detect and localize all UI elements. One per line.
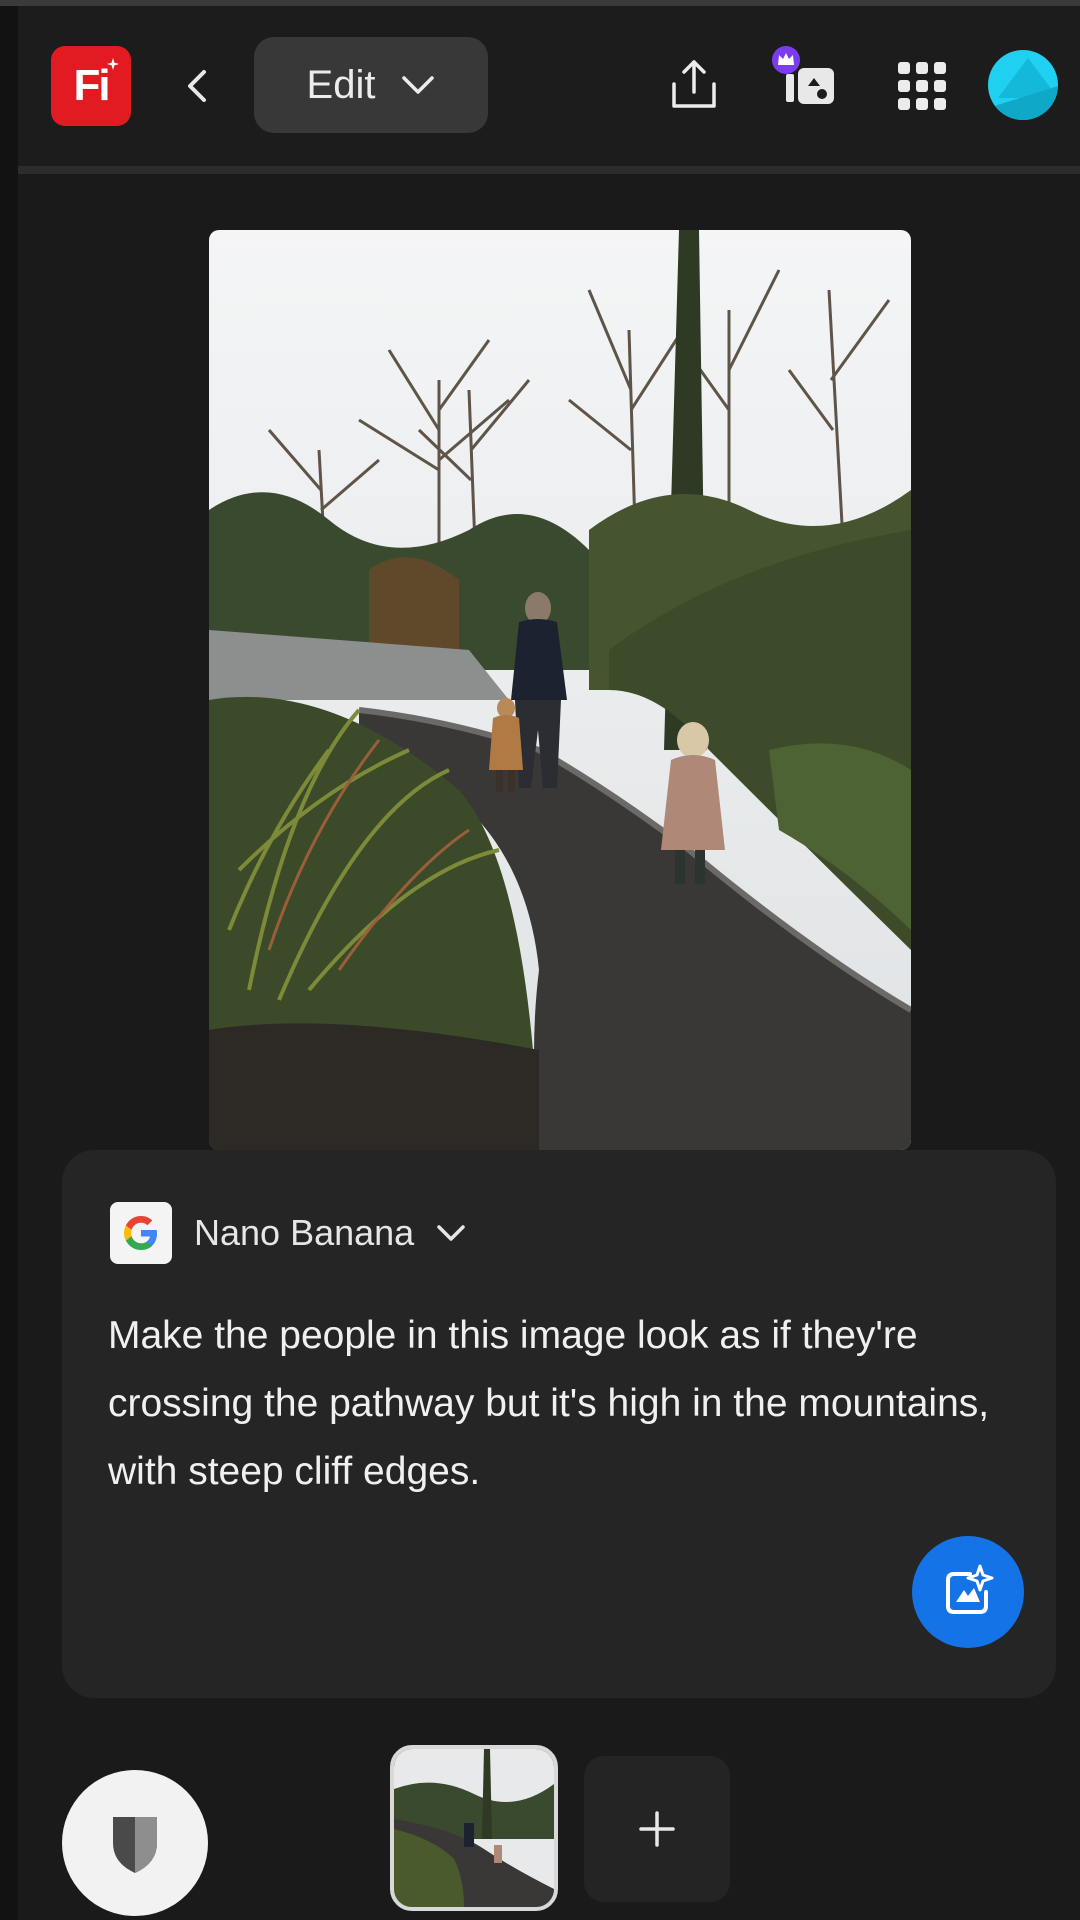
add-button[interactable] [584, 1756, 730, 1902]
generate-variations-icon[interactable] [764, 46, 840, 116]
model-selector[interactable]: Nano Banana [110, 1202, 466, 1264]
mode-dropdown[interactable]: Edit [254, 37, 488, 133]
app-logo-text: Fi [73, 61, 110, 110]
photo-illustration [209, 230, 911, 1150]
header-divider [18, 166, 1080, 174]
content-credentials-button[interactable] [62, 1770, 208, 1916]
google-g-icon [110, 1202, 172, 1264]
share-icon[interactable] [668, 58, 720, 112]
thumbnail[interactable] [390, 1745, 558, 1911]
avatar-graphic [988, 58, 1058, 120]
app-logo[interactable]: Fi [51, 46, 131, 126]
canvas-image[interactable] [209, 230, 911, 1150]
avatar[interactable] [988, 50, 1058, 120]
app-grid-icon[interactable] [898, 62, 946, 110]
chevron-down-icon [437, 1225, 465, 1241]
model-name: Nano Banana [194, 1212, 415, 1253]
thumbnail-image [394, 1749, 554, 1907]
prompt-input[interactable]: Make the people in this image look as if… [108, 1302, 1008, 1506]
prompt-panel: Nano Banana Make the people in this imag… [62, 1150, 1056, 1698]
mode-label: Edit [306, 62, 376, 107]
generate-sparkle-icon [946, 1564, 994, 1614]
logo-spark-icon [107, 58, 119, 70]
back-icon[interactable] [178, 62, 218, 110]
add-icon [639, 1811, 675, 1847]
chevron-down-icon [402, 76, 435, 94]
shield-icon [113, 1817, 157, 1873]
generate-button[interactable] [912, 1536, 1024, 1648]
screen-edge [0, 6, 18, 1920]
